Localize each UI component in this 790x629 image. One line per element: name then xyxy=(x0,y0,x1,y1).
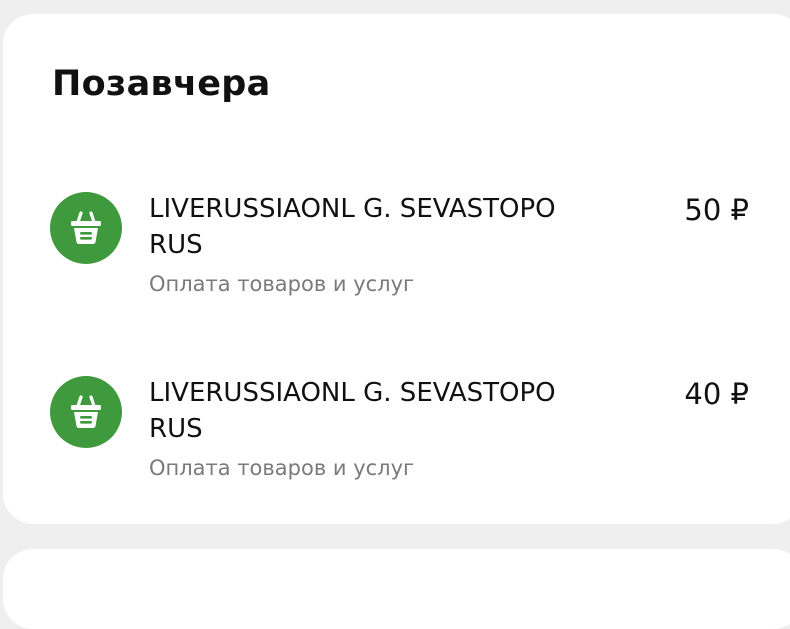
transaction-amount: 40 ₽ xyxy=(684,377,749,411)
next-day-group-card xyxy=(3,549,790,629)
transaction-category: Оплата товаров и услуг xyxy=(149,272,415,296)
transaction-item[interactable]: LIVERUSSIAONL G. SEVASTOPO RUS Оплата то… xyxy=(3,363,790,513)
section-title: Позавчера xyxy=(52,64,271,104)
shopping-basket-icon xyxy=(50,192,122,264)
transaction-item[interactable]: LIVERUSSIAONL G. SEVASTOPO RUS Оплата то… xyxy=(3,179,790,329)
transaction-category: Оплата товаров и услуг xyxy=(149,456,415,480)
transaction-merchant: LIVERUSSIAONL G. SEVASTOPO RUS xyxy=(149,378,556,444)
day-group-card: Позавчера LIVERUSSIAONL G. SEVASTOPO RUS… xyxy=(3,14,790,524)
transaction-amount: 50 ₽ xyxy=(684,193,749,227)
transaction-merchant: LIVERUSSIAONL G. SEVASTOPO RUS xyxy=(149,194,556,260)
shopping-basket-icon xyxy=(50,376,122,448)
